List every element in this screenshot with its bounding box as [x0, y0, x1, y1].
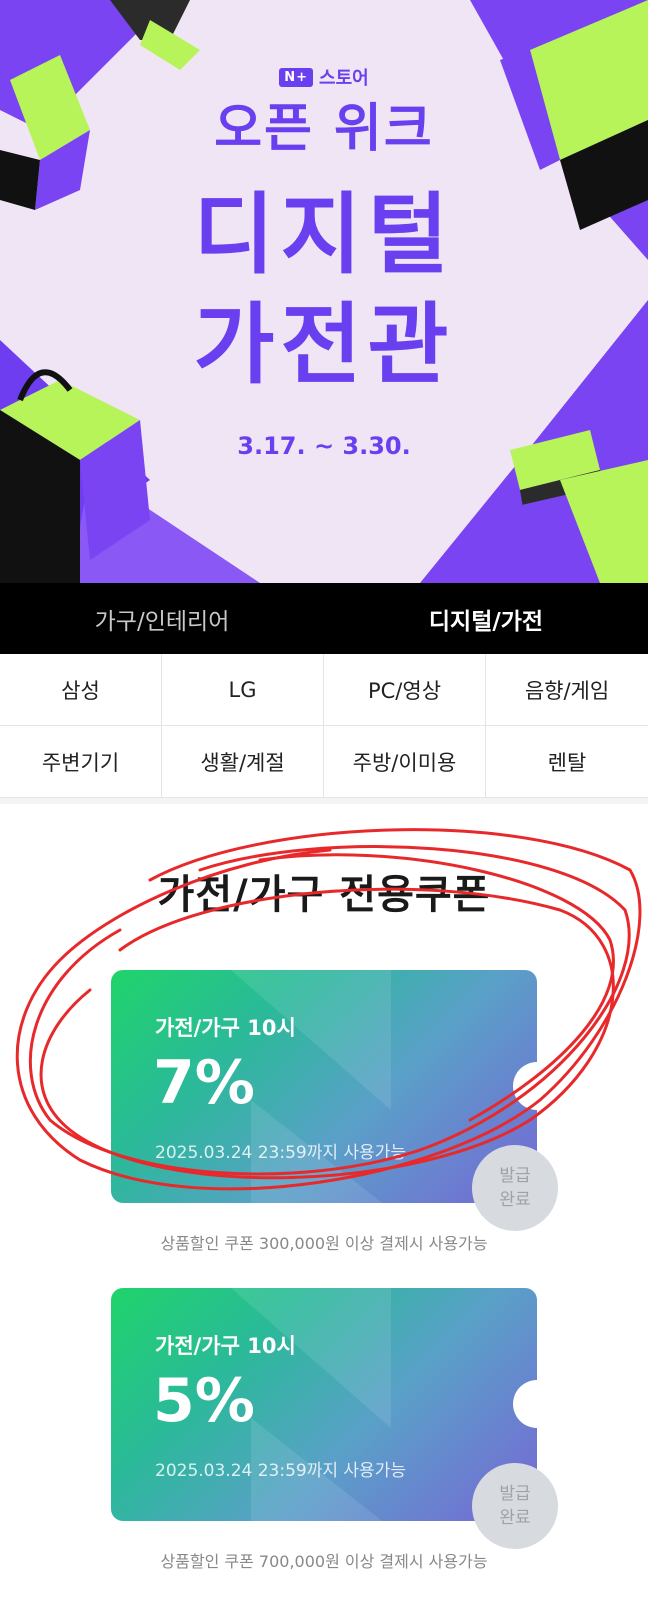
subcategory-samsung[interactable]: 삼성 [0, 654, 162, 726]
coupon-label: 가전/가구 10시 [155, 1016, 296, 1040]
coupon-discount: 5% [153, 1366, 255, 1436]
issued-line1: 발급 [499, 1484, 531, 1504]
event-period: 3.17. ~ 3.30. [237, 432, 411, 460]
coupon-label: 가전/가구 10시 [155, 1334, 296, 1358]
hero-banner: N+ 스토어 오픈 위크 디지털 가전관 3.17. ~ 3.30. [0, 0, 648, 583]
coupon-notch [513, 1380, 537, 1428]
tab-furniture-interior[interactable]: 가구/인테리어 [0, 583, 324, 654]
subcategory-kitchen-beauty[interactable]: 주방/이미용 [324, 726, 486, 798]
subcategory-living-season[interactable]: 생활/계절 [162, 726, 324, 798]
hero-title-line2: 가전관 [193, 293, 455, 396]
subcategory-pc-video[interactable]: PC/영상 [324, 654, 486, 726]
subcategory-peripherals[interactable]: 주변기기 [0, 726, 162, 798]
coupon-condition: 상품할인 쿠폰 300,000원 이상 결제시 사용가능 [160, 1234, 488, 1253]
coupon-card[interactable]: 가전/가구 10시 5% 2025.03.24 23:59까지 사용가능 [111, 1288, 537, 1521]
coupon-expiry: 2025.03.24 23:59까지 사용가능 [155, 1143, 406, 1163]
category-tab-bar: 가구/인테리어 디지털/가전 [0, 583, 648, 654]
coupon-card[interactable]: 가전/가구 10시 7% 2025.03.24 23:59까지 사용가능 [111, 970, 537, 1203]
coupon-issued-button[interactable]: 발급 완료 [472, 1145, 558, 1231]
subcategory-grid: 삼성 LG PC/영상 음향/게임 주변기기 생활/계절 주방/이미용 렌탈 [0, 654, 648, 798]
tab-digital-appliance[interactable]: 디지털/가전 [324, 583, 648, 654]
nplus-badge: N+ [279, 67, 314, 87]
coupon-issued-button[interactable]: 발급 완료 [472, 1463, 558, 1549]
subcategory-rental[interactable]: 렌탈 [486, 726, 648, 798]
coupon-expiry: 2025.03.24 23:59까지 사용가능 [155, 1461, 406, 1481]
issued-line1: 발급 [499, 1166, 531, 1186]
coupon-discount: 7% [153, 1048, 255, 1118]
event-title: 오픈 위크 [214, 99, 434, 159]
coupon-notch [513, 1062, 537, 1110]
section-divider [0, 798, 648, 804]
hero-title-line1: 디지털 [193, 183, 455, 286]
subcategory-audio-game[interactable]: 음향/게임 [486, 654, 648, 726]
coupon-condition: 상품할인 쿠폰 700,000원 이상 결제시 사용가능 [160, 1552, 488, 1571]
issued-line2: 완료 [499, 1190, 531, 1210]
issued-line2: 완료 [499, 1508, 531, 1528]
coupon-section-title: 가전/가구 전용쿠폰 [157, 872, 491, 918]
subcategory-lg[interactable]: LG [162, 654, 324, 726]
